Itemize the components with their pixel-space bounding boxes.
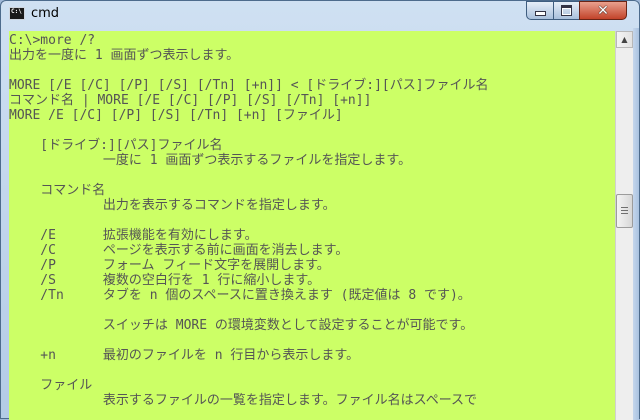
console-line: ファイル xyxy=(9,378,93,393)
window-title: cmd xyxy=(31,6,60,21)
console-line: MORE /E [/C] [/P] [/S] [/Tn] [+n] [ファイル] xyxy=(9,108,343,123)
grip-line xyxy=(621,213,628,214)
scroll-thumb[interactable] xyxy=(616,194,633,228)
console-output[interactable]: C:\>more /? 出力を一度に 1 画面ずつ表示します。 MORE [/E [… xyxy=(9,31,615,420)
console-line: コマンド名 xyxy=(9,183,106,198)
maximize-button[interactable] xyxy=(553,1,580,20)
console-line: MORE [/E [/C] [/P] [/S] [/Tn] [+n]] < [ド… xyxy=(9,78,489,93)
close-icon: ✕ xyxy=(597,2,609,19)
vertical-scrollbar[interactable]: ▲ xyxy=(615,31,633,420)
cmd-app-icon[interactable]: C:\ xyxy=(9,7,25,20)
close-button[interactable]: ✕ xyxy=(579,1,627,20)
console-line: コマンド名 | MORE [/E [/C] [/P] [/S] [/Tn] [+… xyxy=(9,93,372,108)
console-line: [ドライブ:][パス]ファイル名 xyxy=(9,138,223,153)
console-line: 一度に 1 画面ずつ表示するファイルを指定します。 xyxy=(9,153,412,168)
console-line: /Tn タブを n 個のスペースに置き換えます (既定値は 8 です)。 xyxy=(9,288,471,303)
console-line: /C ページを表示する前に画面を消去します。 xyxy=(9,243,349,258)
title-bar[interactable]: C:\ cmd ✕ xyxy=(1,1,639,28)
console-line: C:\>more /? xyxy=(9,33,96,48)
console-line: /P フォーム フィード文字を展開します。 xyxy=(9,258,330,273)
maximize-icon xyxy=(561,5,572,16)
grip-line xyxy=(621,207,628,208)
console-line: +n 最初のファイルを n 行目から表示します。 xyxy=(9,348,360,363)
console-line: 表示するファイルの一覧を指定します。ファイル名はスペースで xyxy=(9,393,478,408)
minimize-button[interactable] xyxy=(526,1,554,20)
console-line: /S 複数の空白行を 1 行に縮小します。 xyxy=(9,273,321,288)
console-line: /E 拡張機能を有効にします。 xyxy=(9,228,258,243)
console-line: 出力を一度に 1 画面ずつ表示します。 xyxy=(9,48,240,63)
console-line: スイッチは MORE の環境変数として設定することが可能です。 xyxy=(9,318,474,333)
window-frame-right xyxy=(633,28,639,420)
cmd-window: C:\ cmd ✕ C:\>more /? 出力を一度に 1 画面ずつ表示します。… xyxy=(0,0,640,420)
grip-line xyxy=(621,210,628,211)
app-icon-label: C:\ xyxy=(11,8,22,15)
console-line: 出力を表示するコマンドを指定します。 xyxy=(9,198,336,213)
minimize-icon xyxy=(534,11,546,16)
scroll-up-arrow-icon[interactable]: ▲ xyxy=(616,31,633,48)
